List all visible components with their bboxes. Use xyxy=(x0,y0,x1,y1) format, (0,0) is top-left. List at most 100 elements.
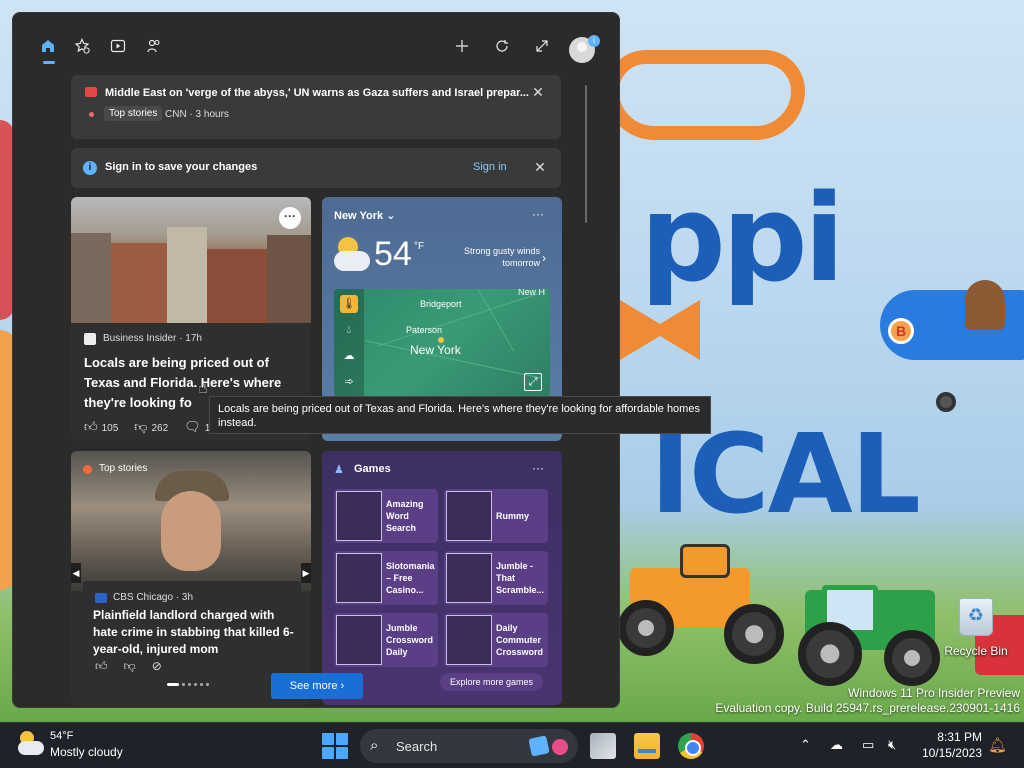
weather-location[interactable]: New York ⌄ xyxy=(334,209,395,222)
article-tooltip: Locals are being priced out of Texas and… xyxy=(209,396,711,434)
search-highlight-icon xyxy=(528,735,568,757)
clock-date: 10/15/2023 xyxy=(921,746,982,760)
signin-link[interactable]: Sign in xyxy=(473,161,507,173)
pager-dot[interactable] xyxy=(200,683,203,686)
comment-icon: 🗨︎ xyxy=(184,419,201,434)
game-tile[interactable]: Jumble Crossword Daily xyxy=(334,613,438,667)
widgets-header: i xyxy=(13,13,619,77)
precipitation-icon[interactable]: 💧︎ xyxy=(340,321,358,339)
article-title[interactable]: Plainfield landlord charged with hate cr… xyxy=(93,607,297,658)
star-add-icon[interactable] xyxy=(71,35,93,57)
game-name: Amazing Word Search xyxy=(386,499,424,533)
taskbar: 54°F Mostly cloudy ⌕ Search ⌃ ☁︎ ▭ 🔇︎ 8:… xyxy=(0,722,1024,768)
avatar-info-badge: i xyxy=(588,35,600,47)
game-thumbnail xyxy=(446,491,492,541)
thumbs-up-icon: 👍︎ xyxy=(84,419,98,434)
refresh-icon[interactable] xyxy=(491,35,513,57)
top-news-title: Middle East on 'verge of the abyss,' UN … xyxy=(105,87,529,99)
thumbs-up-icon[interactable]: 👍︎ xyxy=(95,659,108,674)
game-tile[interactable]: Slotomania – Free Casino... xyxy=(334,551,438,605)
games-icon: ♟︎ xyxy=(334,464,344,476)
home-icon[interactable] xyxy=(37,35,59,57)
explore-games-button[interactable]: Explore more games xyxy=(440,673,544,691)
game-tile[interactable]: Jumble - That Scramble... xyxy=(444,551,548,605)
pager-dot[interactable] xyxy=(167,683,179,686)
map-label: New York xyxy=(410,343,461,357)
map-label: Bridgeport xyxy=(420,299,462,309)
publisher-logo-icon xyxy=(84,333,96,345)
chrome-icon[interactable] xyxy=(678,733,704,759)
pager-dot[interactable] xyxy=(206,683,209,686)
chevron-right-icon[interactable]: › xyxy=(542,251,546,265)
more-options-button[interactable]: ··· xyxy=(532,207,544,221)
weather-alert[interactable]: Strong gusty winds tomorrow xyxy=(440,245,540,269)
article-image xyxy=(71,197,311,323)
start-button[interactable] xyxy=(322,733,348,759)
task-view-icon[interactable] xyxy=(590,733,616,759)
game-tile[interactable]: Daily Commuter Crossword xyxy=(444,613,548,667)
previous-arrow-button[interactable]: ◀ xyxy=(71,563,81,583)
hide-story-icon[interactable]: ⊘ xyxy=(152,659,162,674)
wallpaper-glasses xyxy=(605,50,805,140)
dislike-count: 262 xyxy=(151,423,169,434)
expand-map-icon[interactable]: ⤢ xyxy=(524,373,542,391)
pager-dot[interactable] xyxy=(188,683,191,686)
game-tile[interactable]: Rummy xyxy=(444,489,548,543)
taskbar-clock[interactable]: 8:31 PM 10/15/2023 xyxy=(918,729,982,761)
volume-muted-icon[interactable]: 🔇︎ xyxy=(888,737,896,753)
thermometer-icon[interactable]: 🌡︎ xyxy=(340,295,358,313)
plus-icon[interactable] xyxy=(451,35,473,57)
game-thumbnail xyxy=(336,553,382,603)
recycle-bin[interactable]: Recycle Bin xyxy=(944,598,1008,660)
article-text-overlay: CBS Chicago · 3h Plainfield landlord cha… xyxy=(83,581,301,677)
game-tile[interactable]: Amazing Word Search xyxy=(334,489,438,543)
taskbar-weather-condition: Mostly cloudy xyxy=(50,745,123,759)
cloud-layer-icon[interactable]: ☁︎ xyxy=(340,347,358,365)
games-card[interactable]: ♟︎ Games ··· Amazing Word Search Rummy S… xyxy=(322,451,562,705)
wind-icon[interactable]: ➾ xyxy=(340,373,358,391)
search-icon: ⌕ xyxy=(370,737,379,754)
close-icon[interactable]: ✕ xyxy=(533,160,547,174)
game-thumbnail xyxy=(446,615,492,665)
game-thumbnail xyxy=(336,615,382,665)
close-icon[interactable]: ✕ xyxy=(531,85,545,99)
pager-dot[interactable] xyxy=(194,683,197,686)
games-title: Games xyxy=(354,463,391,475)
next-arrow-button[interactable]: ▶ xyxy=(301,563,311,583)
pager-dot[interactable] xyxy=(182,683,185,686)
thumbs-down-icon[interactable]: 👎︎ xyxy=(124,659,136,674)
game-name: Rummy xyxy=(496,511,530,521)
wallpaper-pilot xyxy=(965,280,1005,330)
top-news-card[interactable]: Middle East on 'verge of the abyss,' UN … xyxy=(71,75,561,139)
taskbar-temperature: 54°F xyxy=(50,730,74,742)
onedrive-icon[interactable]: ☁︎ xyxy=(830,737,843,753)
notification-bell-icon[interactable]: 🔔︎ xyxy=(988,736,1007,754)
weather-map[interactable]: 🌡︎ 💧︎ ☁︎ ➾ Bridgeport New H Paterson New… xyxy=(334,289,550,397)
chevron-up-icon[interactable]: ⌃ xyxy=(800,737,811,753)
more-options-button[interactable]: ··· xyxy=(279,207,301,229)
like-button[interactable]: 👍︎ 105 xyxy=(84,419,118,435)
like-count: 105 xyxy=(101,423,119,434)
see-more-button[interactable]: See more › xyxy=(271,673,363,699)
panel-scrollbar[interactable] xyxy=(585,85,587,223)
people-icon[interactable] xyxy=(143,35,165,57)
video-icon[interactable] xyxy=(107,35,129,57)
article-card[interactable]: Top stories ◀ ▶ CBS Chicago · 3h Plainfi… xyxy=(71,451,311,705)
display-icon[interactable]: ▭ xyxy=(862,737,874,753)
wallpaper-tire xyxy=(618,600,674,656)
map-label: New H xyxy=(518,289,546,297)
game-name: Jumble Crossword Daily xyxy=(386,623,434,657)
search-label: Search xyxy=(396,739,438,754)
wallpaper-plane-badge: B xyxy=(888,318,914,344)
article-source: Business Insider · 17h xyxy=(103,333,202,344)
weather-location-label: New York xyxy=(334,210,384,222)
recycle-bin-label: Recycle Bin xyxy=(944,644,1008,658)
chevron-down-icon: ⌄ xyxy=(386,210,396,222)
signin-message: Sign in to save your changes xyxy=(105,161,258,173)
taskbar-search-box[interactable]: ⌕ Search xyxy=(360,729,578,763)
file-explorer-icon[interactable] xyxy=(634,733,660,759)
carousel-pager[interactable] xyxy=(167,683,209,686)
more-options-button[interactable]: ··· xyxy=(532,461,544,475)
expand-icon[interactable] xyxy=(531,35,553,57)
dislike-button[interactable]: 👎︎ 262 xyxy=(134,419,168,435)
